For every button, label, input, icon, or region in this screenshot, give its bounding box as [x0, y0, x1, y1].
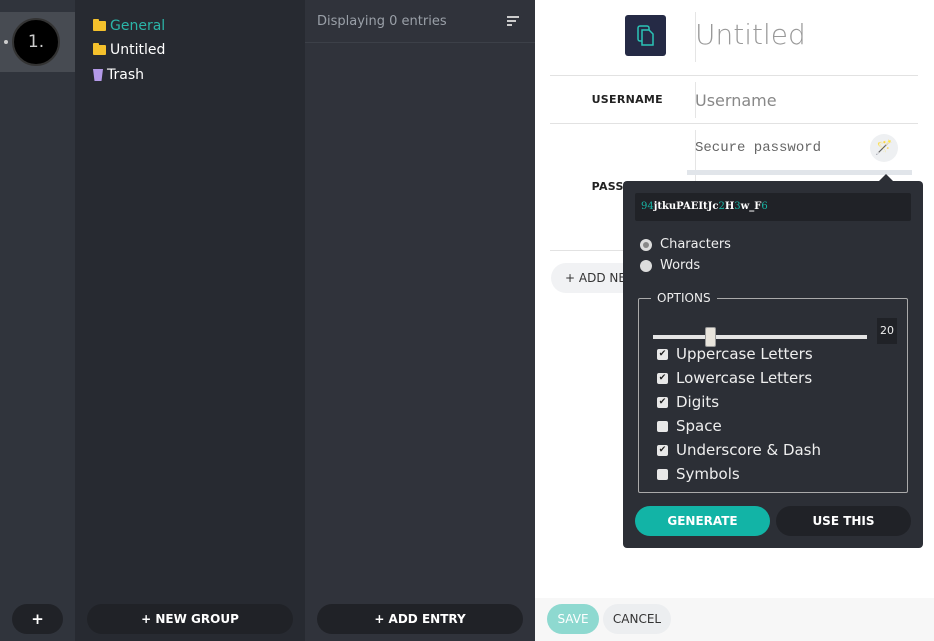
archives-rail: 1. +: [0, 0, 75, 641]
mode-characters-radio[interactable]: Characters: [640, 237, 731, 252]
archive-avatar: 1.: [12, 18, 60, 66]
generated-password: 94jtkuPAEItJc2H3w_F6: [635, 193, 911, 221]
document-icon: [636, 24, 654, 46]
options-group: OPTIONS 20 ✔ Uppercase Letters ✔ Lowercase …: [638, 291, 908, 493]
password-segment: jtkuPAEItJc: [653, 201, 719, 212]
option-label: Digits: [676, 393, 720, 411]
checkbox-icon[interactable]: [657, 468, 668, 480]
checkbox-icon[interactable]: ✔: [657, 348, 668, 360]
password-segment: w_F: [740, 201, 762, 212]
option-checkbox[interactable]: ✔ Lowercase Letters: [657, 369, 812, 387]
folder-icon: [93, 19, 106, 31]
option-label: Underscore & Dash: [676, 441, 822, 459]
length-slider[interactable]: [653, 327, 867, 347]
option-checkbox[interactable]: ✔ Uppercase Letters: [657, 345, 813, 363]
groups-panel: General Untitled Trash + NEW GROUP: [75, 0, 305, 641]
option-checkbox[interactable]: Space: [657, 417, 722, 435]
username-input[interactable]: Username: [695, 91, 777, 110]
option-label: Lowercase Letters: [676, 369, 813, 387]
archive-item[interactable]: 1.: [0, 12, 75, 72]
option-checkbox[interactable]: ✔ Underscore & Dash: [657, 441, 821, 459]
entries-panel: Displaying 0 entries + ADD ENTRY: [305, 0, 535, 641]
add-archive-button[interactable]: +: [12, 604, 63, 634]
password-segment: 94: [641, 201, 654, 212]
option-label: Symbols: [676, 465, 740, 483]
sort-icon[interactable]: [507, 16, 519, 28]
password-generator-popup: 94jtkuPAEItJc2H3w_F6 Characters Words OP…: [623, 174, 923, 548]
password-segment: H: [724, 201, 735, 212]
cancel-button[interactable]: CANCEL: [603, 604, 671, 634]
entries-status: Displaying 0 entries: [317, 14, 447, 29]
password-segment: 6: [761, 201, 768, 212]
slider-handle[interactable]: [705, 327, 716, 347]
use-this-button[interactable]: USE THIS: [776, 506, 911, 536]
new-group-button[interactable]: + NEW GROUP: [87, 604, 293, 634]
save-button[interactable]: SAVE: [547, 604, 599, 634]
options-title: OPTIONS: [657, 291, 711, 305]
option-checkbox[interactable]: ✔ Digits: [657, 393, 719, 411]
group-untitled[interactable]: Untitled: [93, 42, 165, 58]
entry-icon-button[interactable]: [625, 15, 666, 56]
password-input[interactable]: Secure password: [695, 140, 821, 156]
group-general[interactable]: General: [93, 18, 165, 34]
length-value: 20: [877, 318, 897, 344]
checkbox-icon[interactable]: [657, 420, 668, 432]
checkbox-icon[interactable]: ✔: [657, 444, 668, 456]
option-checkbox[interactable]: Symbols: [657, 465, 740, 483]
magic-wand-icon[interactable]: 🪄: [870, 134, 898, 162]
username-label: USERNAME: [591, 93, 663, 106]
mode-words-radio[interactable]: Words: [640, 258, 700, 273]
trash-icon: [93, 69, 103, 81]
checkbox-icon[interactable]: ✔: [657, 396, 668, 408]
group-trash[interactable]: Trash: [93, 67, 144, 83]
option-label: Space: [676, 417, 722, 435]
entry-title-input[interactable]: Untitled: [695, 18, 806, 51]
checkbox-icon[interactable]: ✔: [657, 372, 668, 384]
add-entry-button[interactable]: + ADD ENTRY: [317, 604, 523, 634]
option-label: Uppercase Letters: [676, 345, 813, 363]
folder-icon: [93, 43, 106, 55]
generate-button[interactable]: GENERATE: [635, 506, 770, 536]
